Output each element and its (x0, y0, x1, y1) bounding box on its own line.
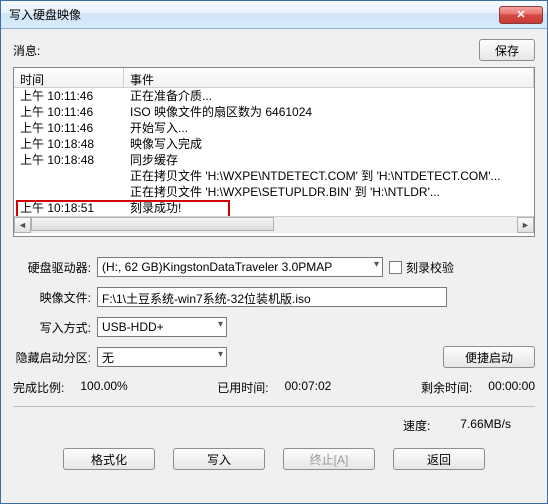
dialog-body: 消息: 保存 时间 事件 上午 10:11:46正在准备介质... 上午 10:… (1, 29, 547, 503)
method-row: 写入方式: USB-HDD+ (13, 315, 535, 339)
hidden-row: 隐藏启动分区: 无 便捷启动 (13, 345, 535, 369)
verify-checkbox[interactable]: 刻录校验 (389, 259, 454, 276)
speed-value: 7.66MB/s (460, 417, 511, 434)
h-scrollbar[interactable]: ◄ ► (14, 216, 534, 233)
col-time[interactable]: 时间 (14, 68, 124, 87)
remain-value: 00:00:00 (488, 379, 535, 396)
elapsed-label: 已用时间: (217, 379, 268, 396)
log-row[interactable]: 上午 10:11:46ISO 映像文件的扇区数为 6461024 (14, 104, 534, 120)
progress-row: 完成比例: 100.00% 已用时间: 00:07:02 剩余时间: 00:00… (13, 375, 535, 396)
log-row[interactable]: 正在拷贝文件 'H:\WXPE\SETUPLDR.BIN' 到 'H:\NTLD… (14, 184, 534, 200)
hidden-select[interactable]: 无 (97, 347, 227, 367)
format-button[interactable]: 格式化 (63, 448, 155, 470)
log-row[interactable]: 上午 10:11:46正在准备介质... (14, 88, 534, 104)
image-label: 映像文件: (13, 289, 91, 306)
separator (13, 406, 535, 407)
drive-row: 硬盘驱动器: (H:, 62 GB)KingstonDataTraveler 3… (13, 255, 535, 279)
log-row[interactable]: 上午 10:18:51刻录成功! (14, 200, 534, 216)
log-row[interactable]: 上午 10:18:48同步缓存 (14, 152, 534, 168)
abort-button: 终止[A] (283, 448, 375, 470)
col-event[interactable]: 事件 (124, 68, 534, 87)
message-row: 消息: 保存 (13, 39, 535, 61)
button-bar: 格式化 写入 终止[A] 返回 (13, 440, 535, 474)
drive-select[interactable]: (H:, 62 GB)KingstonDataTraveler 3.0PMAP (97, 257, 383, 277)
log-row[interactable]: 上午 10:18:48映像写入完成 (14, 136, 534, 152)
scroll-track[interactable] (31, 217, 517, 233)
method-select[interactable]: USB-HDD+ (97, 317, 227, 337)
method-label: 写入方式: (13, 319, 91, 336)
scroll-thumb[interactable] (31, 217, 274, 231)
image-row: 映像文件: F:\1\土豆系统-win7系统-32位装机版.iso (13, 285, 535, 309)
write-button[interactable]: 写入 (173, 448, 265, 470)
image-path-input[interactable]: F:\1\土豆系统-win7系统-32位装机版.iso (97, 287, 447, 307)
log-row[interactable]: 正在拷贝文件 'H:\WXPE\NTDETECT.COM' 到 'H:\NTDE… (14, 168, 534, 184)
speed-row: 速度: 7.66MB/s (13, 417, 535, 434)
hidden-label: 隐藏启动分区: (13, 349, 91, 366)
done-label: 完成比例: (13, 379, 64, 396)
speed-label: 速度: (403, 417, 430, 434)
scroll-right-icon[interactable]: ► (517, 217, 534, 233)
elapsed-value: 00:07:02 (285, 379, 332, 396)
checkbox-icon[interactable] (389, 261, 402, 274)
window-title: 写入硬盘映像 (5, 6, 499, 23)
dialog-window: 写入硬盘映像 ✕ 消息: 保存 时间 事件 上午 10:11:46正在准备介质.… (0, 0, 548, 504)
scroll-left-icon[interactable]: ◄ (14, 217, 31, 233)
log-list: 时间 事件 上午 10:11:46正在准备介质... 上午 10:11:46IS… (13, 67, 535, 237)
message-label: 消息: (13, 42, 40, 59)
done-value: 100.00% (80, 379, 127, 396)
remain-label: 剩余时间: (421, 379, 472, 396)
verify-label: 刻录校验 (406, 259, 454, 276)
close-icon[interactable]: ✕ (499, 6, 543, 24)
log-rows: 上午 10:11:46正在准备介质... 上午 10:11:46ISO 映像文件… (14, 88, 534, 216)
log-header: 时间 事件 (14, 68, 534, 88)
portable-boot-button[interactable]: 便捷启动 (443, 346, 535, 368)
back-button[interactable]: 返回 (393, 448, 485, 470)
titlebar[interactable]: 写入硬盘映像 ✕ (1, 1, 547, 29)
save-button[interactable]: 保存 (479, 39, 535, 61)
drive-label: 硬盘驱动器: (13, 259, 91, 276)
log-row[interactable]: 上午 10:11:46开始写入... (14, 120, 534, 136)
